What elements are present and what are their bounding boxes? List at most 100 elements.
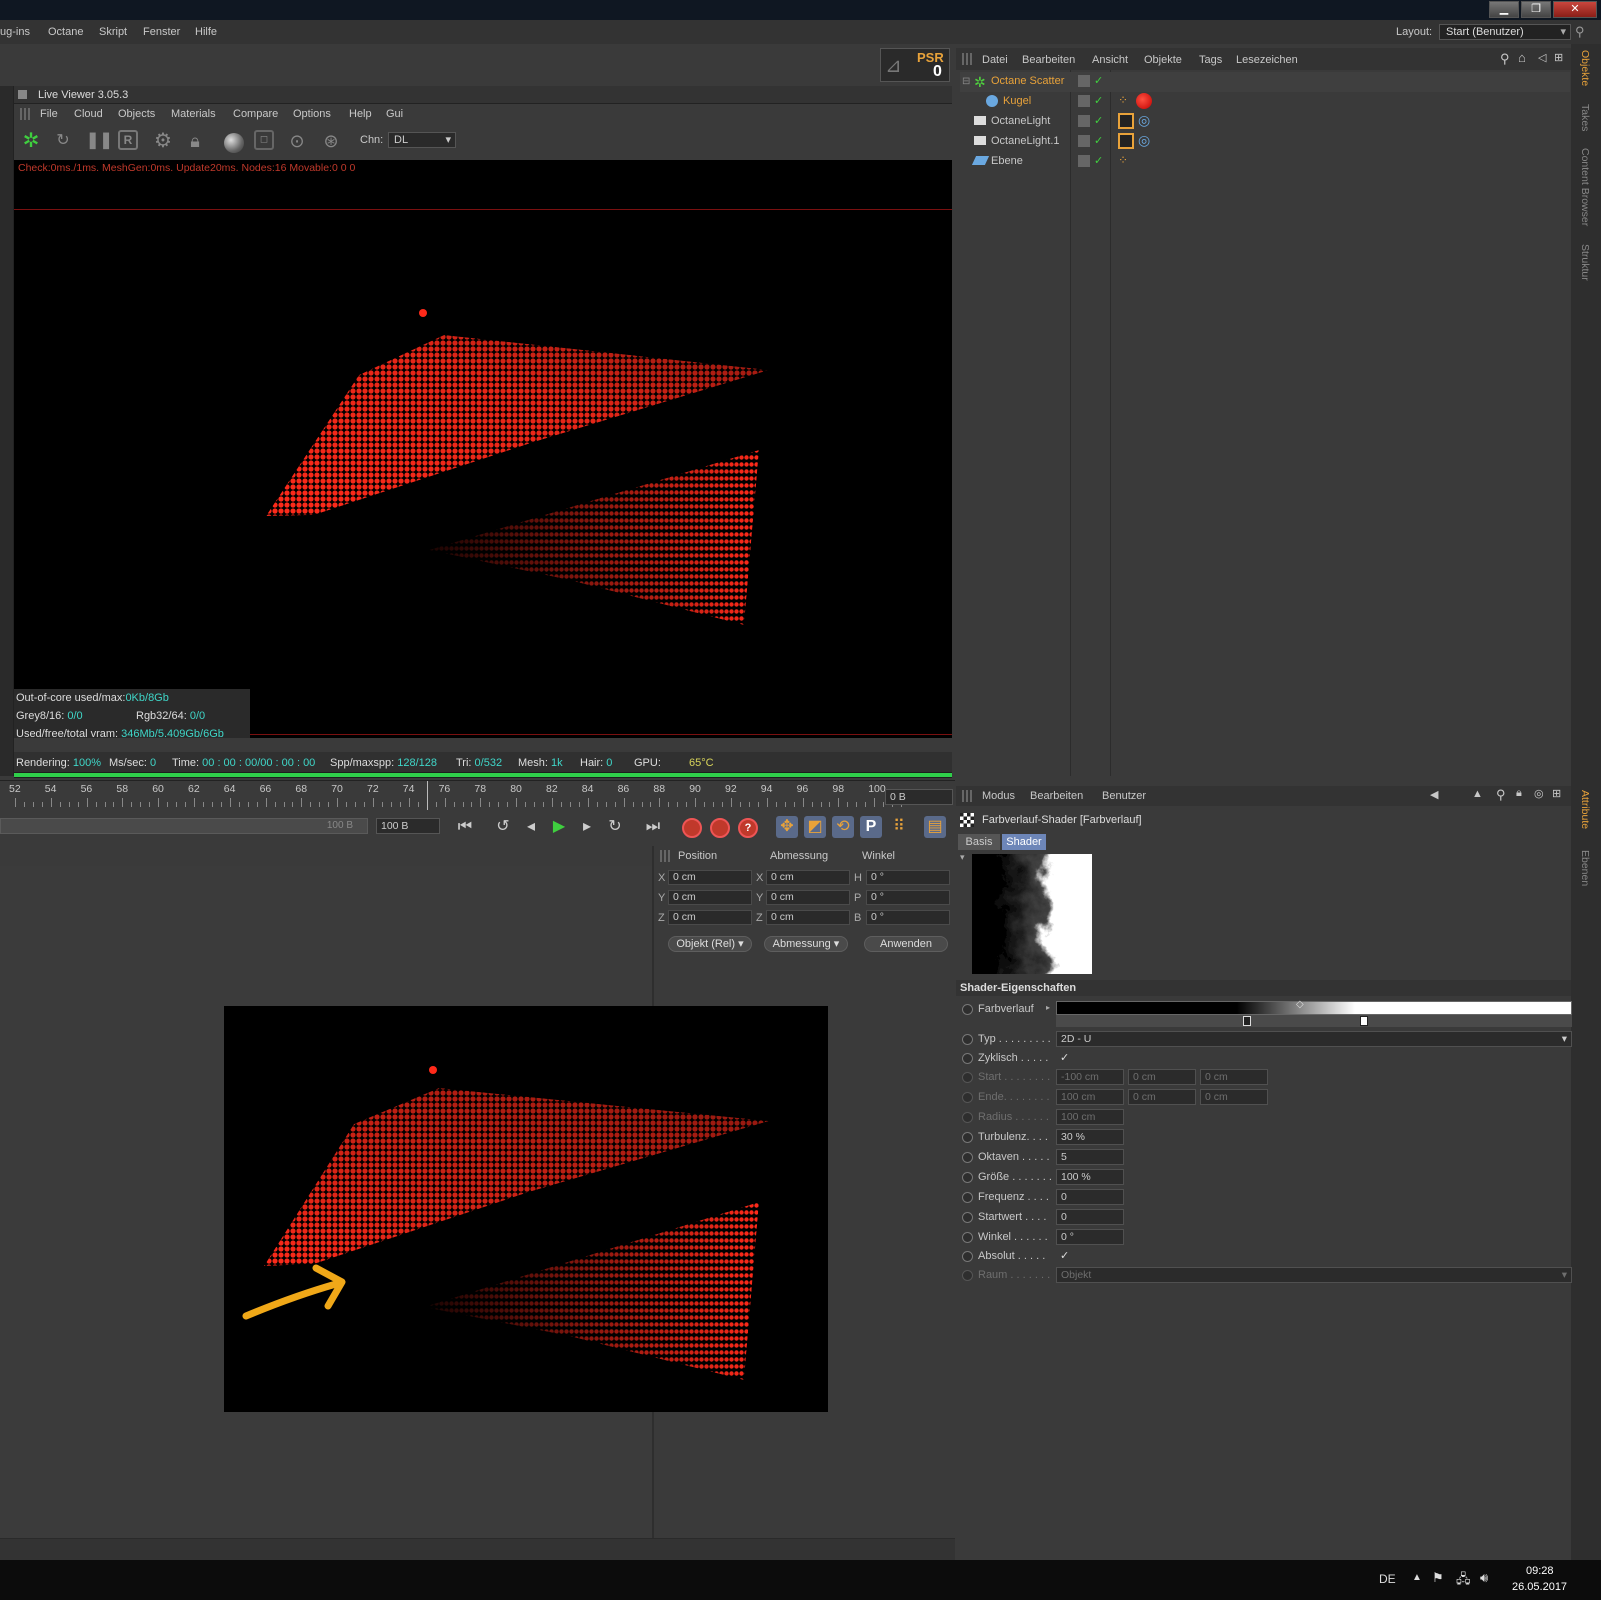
om-menu-ansicht[interactable]: Ansicht [1092,54,1128,66]
om-menu-tags[interactable]: Tags [1199,54,1222,66]
add-panel-icon[interactable]: ⊞ [1554,51,1563,64]
visible-check-icon[interactable]: ✓ [1094,154,1103,167]
clay-mode-icon[interactable]: ◻ [254,130,274,150]
gradient-bar[interactable] [1056,1001,1572,1015]
anim-radio-icon[interactable] [962,1212,973,1223]
layer-icon[interactable] [1078,135,1090,147]
anim-radio-icon[interactable] [962,1232,973,1243]
close-button[interactable]: ✕ [1553,1,1597,18]
octane-logo-icon[interactable]: ✲ [20,130,42,152]
gradient-knot-black[interactable] [1243,1016,1251,1026]
menu-fenster[interactable]: Fenster [143,26,180,38]
typ-select[interactable]: 2D - U ▾ [1056,1031,1572,1047]
object-row-octanelight-1[interactable]: OctaneLight.1 ✓ ◎ [960,132,1570,152]
startwert-field[interactable]: 0 [1056,1209,1124,1225]
language-indicator[interactable]: DE [1379,1572,1396,1586]
layer-icon[interactable] [1078,115,1090,127]
lv-menu-help[interactable]: Help [349,108,372,120]
film-icon[interactable]: ▤ [924,816,946,838]
rotation-field[interactable]: 0 ° [866,910,950,925]
prev-key-icon[interactable]: ↺ [492,816,514,838]
tag-dots-icon[interactable]: ⁘ [1118,153,1128,167]
attr-menu-bearbeiten[interactable]: Bearbeiten [1030,790,1083,802]
play-icon[interactable]: ▶ [548,816,570,838]
collapse-icon[interactable]: ⊟ [962,76,970,87]
go-to-start-icon[interactable]: ⏮ [454,816,476,838]
start-z-field[interactable]: 0 cm [1200,1069,1268,1085]
rotation-field[interactable]: 0 ° [866,890,950,905]
menu-skript[interactable]: Skript [99,26,127,38]
layout-select[interactable]: Start (Benutzer) ▾ [1439,24,1571,40]
anim-radio-icon[interactable] [962,1132,973,1143]
tab-attribute[interactable]: Attribute [1579,790,1591,829]
menu-plugins[interactable]: ug-ins [0,26,30,38]
target-tag-icon[interactable]: ◎ [1138,112,1150,129]
end-frame-field[interactable]: 100 B [376,818,440,834]
channel-select[interactable]: DL ▾ [388,132,456,148]
gradient-midpoint-knot[interactable]: ◇ [1296,999,1304,1010]
param-key-icon[interactable]: P [860,816,882,838]
back-arrow-icon[interactable]: ◀ [1430,788,1438,801]
search-icon[interactable]: ⚲ [1575,24,1585,40]
add-panel-icon[interactable]: ⊞ [1552,787,1561,800]
object-name[interactable]: Octane Scatter [991,75,1064,87]
lv-menu-file[interactable]: File [40,108,58,120]
start-y-field[interactable]: 0 cm [1128,1069,1196,1085]
radius-field[interactable]: 100 cm [1056,1109,1124,1125]
tab-takes[interactable]: Takes [1579,104,1591,131]
object-row-octane-scatter[interactable]: ⊟ ✲ Octane Scatter ✓ [960,72,1570,92]
light-tag-icon[interactable] [1118,133,1134,149]
rotate-key-icon[interactable]: ⟲ [832,816,854,838]
tab-content-browser[interactable]: Content Browser [1579,148,1591,226]
tab-ebenen[interactable]: Ebenen [1579,850,1591,886]
object-row-kugel[interactable]: Kugel ✓ ⁘ [960,92,1570,112]
oktaven-field[interactable]: 5 [1056,1149,1124,1165]
anim-radio-icon[interactable] [962,1092,973,1103]
pause-icon[interactable]: ❚❚ [86,130,113,152]
expand-icon[interactable]: ▾ [960,852,965,863]
visible-check-icon[interactable]: ✓ [1094,114,1103,127]
arrow-icon[interactable]: ◁ [1538,51,1546,64]
home-icon[interactable]: ⌂ [1518,50,1526,65]
move-key-icon[interactable]: ✥ [776,816,798,838]
visible-check-icon[interactable]: ✓ [1094,134,1103,147]
timeline-ruler[interactable]: 52 54 56 58 60 62 64 66 68 70 72 74 76 78 80 82 84 86 88 90… [0,780,955,811]
attr-menu-benutzer[interactable]: Benutzer [1102,790,1146,802]
record-icon[interactable] [682,818,702,838]
object-name[interactable]: OctaneLight [991,115,1050,127]
step-back-icon[interactable]: ◂ [520,816,542,838]
restore-button[interactable]: ❐ [1521,1,1551,18]
size-field[interactable]: 0 cm [766,870,850,885]
anim-radio-icon[interactable] [962,1112,973,1123]
lv-menu-compare[interactable]: Compare [233,108,278,120]
region-render-icon[interactable]: R [118,130,138,150]
anim-radio-icon[interactable] [962,1251,973,1262]
go-to-end-icon[interactable]: ⏭ [642,816,664,838]
light-tag-icon[interactable] [1118,113,1134,129]
range-slider[interactable]: 100 B [0,818,368,834]
flag-icon[interactable]: ⚑ [1432,1570,1444,1586]
ende-z-field[interactable]: 0 cm [1200,1089,1268,1105]
tab-objekte[interactable]: Objekte [1579,50,1591,86]
anim-radio-icon[interactable] [962,1270,973,1281]
object-row-octanelight[interactable]: OctaneLight ✓ ◎ [960,112,1570,132]
start-x-field[interactable]: -100 cm [1056,1069,1124,1085]
auto-key-icon[interactable] [710,818,730,838]
search-icon[interactable]: ⚲ [1496,787,1506,803]
lv-menu-materials[interactable]: Materials [171,108,216,120]
object-name[interactable]: OctaneLight.1 [991,135,1060,147]
position-field[interactable]: 0 cm [668,890,752,905]
search-icon[interactable]: ⚲ [1500,51,1510,67]
size-field[interactable]: 0 cm [766,910,850,925]
tab-shader[interactable]: Shader [1002,834,1046,850]
clock-time[interactable]: 09:28 [1526,1565,1554,1577]
layer-icon[interactable] [1078,155,1090,167]
tab-basis[interactable]: Basis [958,834,1000,850]
object-row-ebene[interactable]: Ebene ✓ ⁘ [960,152,1570,172]
clock-date[interactable]: 26.05.2017 [1512,1581,1567,1593]
render-viewport[interactable]: Check:0ms./1ms. MeshGen:0ms. Update20ms.… [14,160,952,738]
layer-icon[interactable] [1078,95,1090,107]
attr-menu-modus[interactable]: Modus [982,790,1015,802]
tray-expand-icon[interactable]: ▲ [1412,1572,1422,1583]
gradient-knot-white[interactable] [1360,1016,1368,1026]
